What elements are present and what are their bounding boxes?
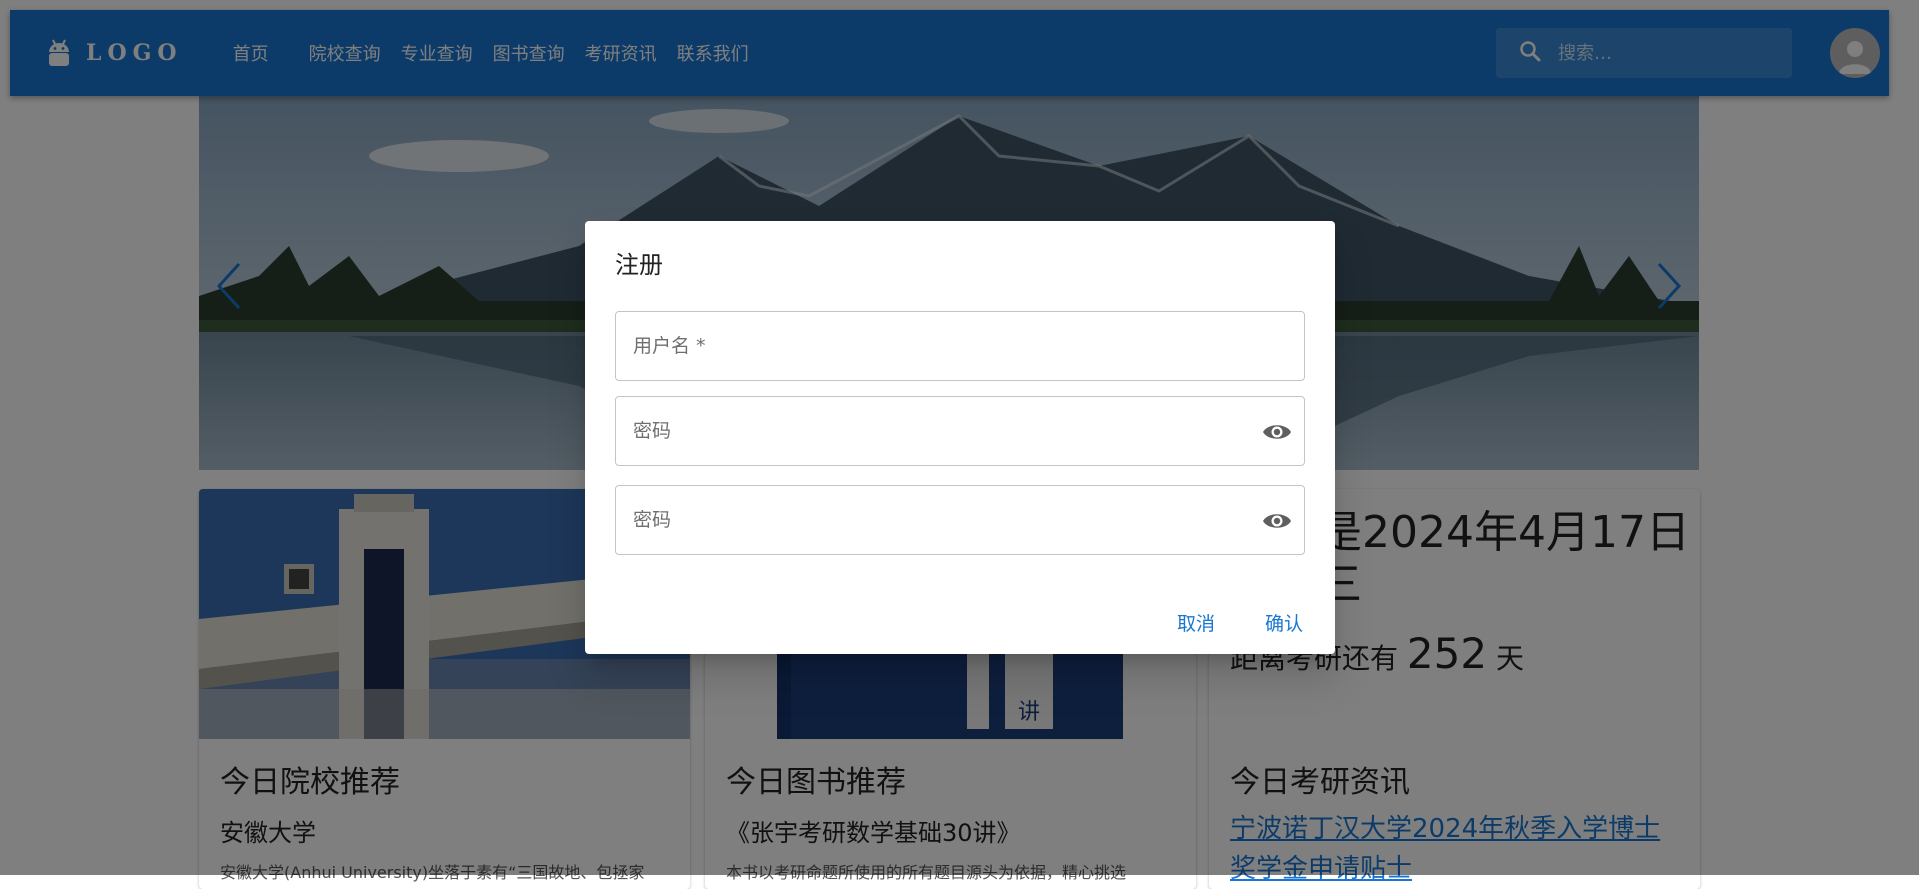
eye-icon[interactable]	[1262, 507, 1292, 535]
eye-icon[interactable]	[1262, 418, 1292, 446]
dialog-title: 注册	[615, 251, 663, 279]
register-dialog: 注册 取消 确认	[585, 221, 1335, 654]
password-field[interactable]	[615, 396, 1305, 466]
confirm-password-input[interactable]	[616, 486, 1304, 554]
username-input[interactable]	[616, 312, 1304, 380]
confirm-button[interactable]: 确认	[1257, 605, 1311, 640]
username-field[interactable]	[615, 311, 1305, 381]
password-input[interactable]	[616, 397, 1304, 465]
confirm-password-field[interactable]	[615, 485, 1305, 555]
cancel-button[interactable]: 取消	[1169, 605, 1223, 640]
